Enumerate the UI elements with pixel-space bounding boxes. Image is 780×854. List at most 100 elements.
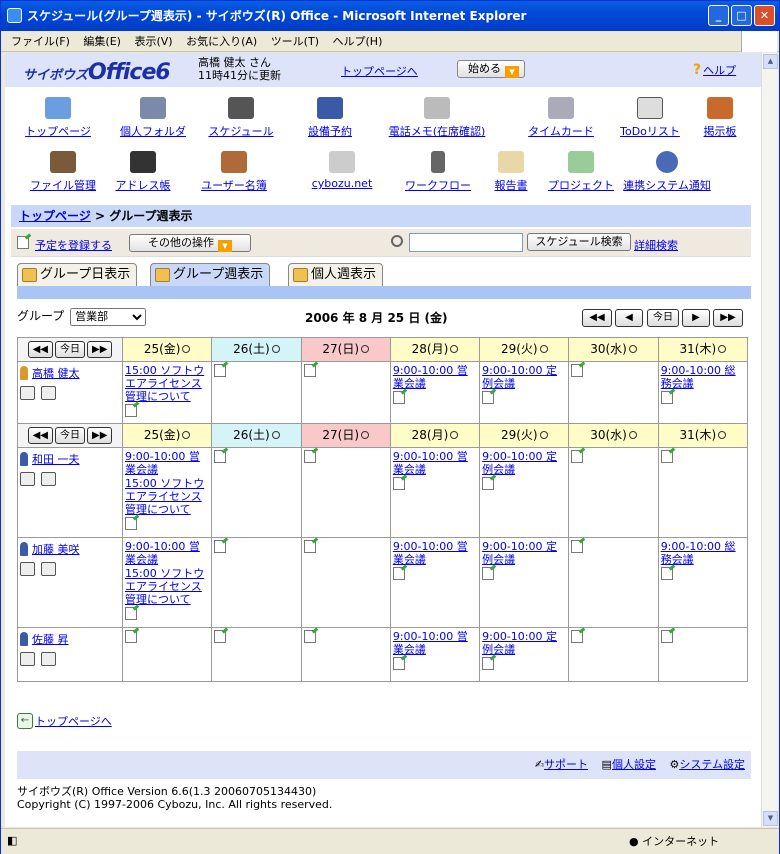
day-header[interactable]: 28(月)	[389, 423, 481, 448]
day-header[interactable]: 26(土)	[211, 337, 302, 362]
add-schedule-icon[interactable]	[660, 391, 673, 404]
clock-icon[interactable]	[539, 431, 548, 439]
tab-group-week[interactable]: グループ週表示	[150, 263, 271, 286]
add-schedule-icon[interactable]	[571, 630, 584, 643]
next-day-button[interactable]: ▶	[682, 309, 710, 327]
clock-icon[interactable]	[361, 431, 370, 439]
tab-group-day[interactable]: グループ日表示	[17, 263, 138, 286]
add-schedule-icon[interactable]	[303, 450, 316, 463]
clock-icon[interactable]	[450, 431, 459, 439]
app-address-book[interactable]: アドレス帳	[93, 151, 193, 193]
back-to-top[interactable]: ← トップページへ	[17, 713, 112, 729]
clock-icon[interactable]	[182, 345, 191, 353]
add-schedule-icon[interactable]	[214, 540, 227, 553]
prev-week-button[interactable]: ◀◀	[27, 341, 53, 358]
add-schedule-icon[interactable]	[571, 450, 584, 463]
app-timecard[interactable]: タイムカード	[511, 97, 611, 139]
prev-week-button[interactable]: ◀◀	[27, 427, 53, 444]
add-schedule-icon[interactable]	[660, 450, 673, 463]
schedule-event[interactable]: 9:00-10:00 総務会議	[661, 364, 745, 390]
schedule-event[interactable]: 9:00-10:00 営業会議	[393, 450, 477, 476]
menu-tools[interactable]: ツール(T)	[271, 35, 319, 48]
app-bulletin[interactable]: 掲示板	[670, 97, 761, 139]
scroll-down-button[interactable]: ▼	[763, 811, 778, 826]
tab-personal-week[interactable]: 個人週表示	[288, 263, 384, 286]
day-header[interactable]: 29(火)	[479, 423, 570, 448]
menu-help[interactable]: ヘルプ(H)	[333, 35, 383, 48]
start-button[interactable]: 始める ▼	[457, 60, 525, 78]
group-select[interactable]: 営業部	[70, 308, 147, 326]
memo-icon[interactable]	[41, 562, 56, 576]
user-name-link[interactable]: 和田 一夫	[32, 453, 80, 466]
support-link[interactable]: サポート	[544, 758, 588, 771]
close-button[interactable]: ✕	[754, 5, 775, 26]
day-header[interactable]: 27(日)	[300, 423, 391, 448]
app-phone-memo[interactable]: 電話メモ(在席確認)	[372, 97, 502, 139]
add-schedule-icon[interactable]	[303, 630, 316, 643]
top-page-link[interactable]: トップページへ	[341, 63, 418, 79]
add-schedule-icon[interactable]	[125, 517, 137, 530]
search-input[interactable]	[409, 233, 523, 252]
vertical-scrollbar[interactable]: ▲ ▼	[761, 53, 778, 827]
schedule-event[interactable]: 15:00 ソフトウエアライセンス管理について	[125, 567, 209, 606]
minimize-button[interactable]: _	[708, 5, 729, 26]
day-header[interactable]: 30(水)	[568, 337, 659, 362]
prev-week-button[interactable]: ◀◀	[582, 309, 612, 327]
clock-icon[interactable]	[718, 431, 727, 439]
next-week-button[interactable]: ▶▶	[87, 427, 113, 444]
user-name-link[interactable]: 高橋 健太	[32, 367, 80, 380]
schedule-event[interactable]: 9:00-10:00 総務会議	[661, 540, 745, 566]
add-schedule-icon[interactable]	[214, 364, 227, 377]
menu-edit[interactable]: 編集(E)	[83, 35, 121, 48]
scroll-up-button[interactable]: ▲	[763, 54, 778, 69]
add-schedule-icon[interactable]	[125, 630, 137, 643]
clock-icon[interactable]	[271, 431, 280, 439]
add-schedule-icon[interactable]	[392, 567, 405, 580]
clock-icon[interactable]	[539, 345, 548, 353]
clock-icon[interactable]	[271, 345, 280, 353]
system-settings-link[interactable]: システム設定	[679, 758, 745, 771]
memo-icon[interactable]	[41, 472, 56, 486]
schedule-event[interactable]: 9:00-10:00 営業会議	[125, 540, 209, 566]
help-link[interactable]: ? ヘルプ	[693, 62, 736, 78]
prev-day-button[interactable]: ◀	[615, 309, 643, 327]
add-schedule-icon[interactable]	[482, 657, 495, 670]
address-card-icon[interactable]	[20, 562, 35, 576]
detail-search-link[interactable]: 詳細検索	[634, 237, 678, 253]
memo-icon[interactable]	[41, 652, 56, 666]
day-header[interactable]: 30(水)	[568, 423, 659, 448]
register-schedule-link[interactable]: 予定を登録する	[35, 237, 112, 253]
menu-file[interactable]: ファイル(F)	[11, 35, 70, 48]
app-top-page[interactable]: トップページ	[8, 97, 108, 139]
add-schedule-icon[interactable]	[482, 567, 495, 580]
add-schedule-icon[interactable]	[660, 567, 673, 580]
clock-icon[interactable]	[361, 345, 370, 353]
add-schedule-icon[interactable]	[392, 657, 405, 670]
other-ops-button[interactable]: その他の操作 ▼	[129, 234, 251, 252]
add-schedule-icon[interactable]	[125, 404, 137, 417]
day-header[interactable]: 26(土)	[211, 423, 302, 448]
app-personal-folder[interactable]: 個人フォルダ	[103, 97, 203, 139]
app-system-notify[interactable]: 連携システム通知	[609, 151, 725, 193]
day-header[interactable]: 31(木)	[657, 337, 749, 362]
clock-icon[interactable]	[718, 345, 727, 353]
schedule-event[interactable]: 9:00-10:00 営業会議	[393, 540, 477, 566]
menu-favorites[interactable]: お気に入り(A)	[186, 35, 257, 48]
add-schedule-icon[interactable]	[392, 391, 405, 404]
today-button[interactable]: 今日	[55, 427, 85, 444]
day-header[interactable]: 28(月)	[389, 337, 481, 362]
clock-icon[interactable]	[450, 345, 459, 353]
schedule-event[interactable]: 15:00 ソフトウエアライセンス管理について	[125, 364, 209, 403]
next-week-button[interactable]: ▶▶	[713, 309, 743, 327]
user-name-link[interactable]: 加藤 美咲	[32, 543, 80, 556]
memo-icon[interactable]	[41, 386, 56, 400]
schedule-search-button[interactable]: スケジュール検索	[527, 233, 631, 251]
add-schedule-icon[interactable]	[392, 477, 405, 490]
app-facility[interactable]: 設備予約	[280, 97, 380, 139]
schedule-event[interactable]: 9:00-10:00 営業会議	[125, 450, 209, 476]
day-header[interactable]: 25(金)	[121, 337, 213, 362]
clock-icon[interactable]	[628, 345, 637, 353]
personal-settings-link[interactable]: 個人設定	[612, 758, 656, 771]
day-header[interactable]: 31(木)	[657, 423, 749, 448]
app-cybozu-net[interactable]: cybozu.net	[292, 151, 392, 190]
